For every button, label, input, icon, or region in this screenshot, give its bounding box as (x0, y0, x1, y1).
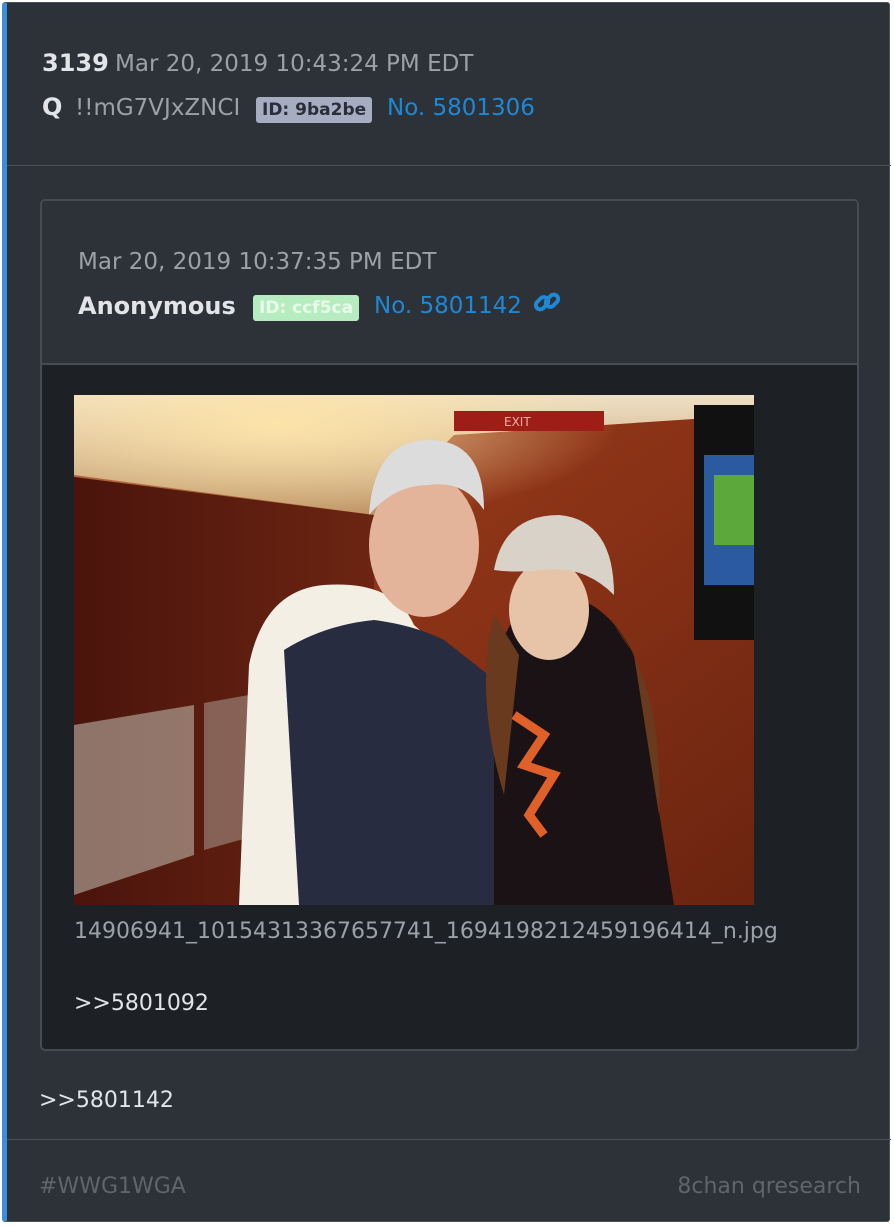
source-label: 8chan qresearch (677, 1174, 861, 1199)
photo-illustration: EXIT (74, 395, 754, 905)
quoted-post-header: Mar 20, 2019 10:37:35 PM EDT Anonymous I… (42, 201, 857, 365)
link-icon[interactable] (532, 287, 562, 317)
attached-image[interactable]: EXIT (74, 395, 754, 905)
quoted-post-author: Anonymous (78, 292, 236, 320)
quoted-reply-link[interactable]: >>5801092 (74, 991, 209, 1016)
quoted-post-id-badge: ID: ccf5ca (253, 295, 360, 321)
post-number-link[interactable]: No. 5801306 (387, 95, 535, 121)
quoted-post-number-link[interactable]: No. 5801142 (374, 293, 522, 319)
post-id-badge: ID: 9ba2be (256, 97, 373, 123)
svg-text:EXIT: EXIT (504, 415, 531, 429)
post-footer: #WWG1WGA 8chan qresearch (7, 1139, 891, 1222)
image-filename[interactable]: 14906941_10154313367657741_1694198212459… (74, 919, 778, 944)
q-post-card: 3139 Mar 20, 2019 10:43:24 PM EDT Q !!mG… (2, 2, 891, 1222)
quoted-post-date: Mar 20, 2019 10:37:35 PM EDT (78, 249, 437, 275)
post-tripcode: !!mG7VJxZNCI (75, 95, 241, 121)
reply-link[interactable]: >>5801142 (39, 1088, 174, 1113)
post-header: 3139 Mar 20, 2019 10:43:24 PM EDT Q !!mG… (7, 3, 891, 166)
post-date: Mar 20, 2019 10:43:24 PM EDT (115, 51, 474, 77)
hashtag: #WWG1WGA (39, 1174, 186, 1199)
post-author: Q (42, 93, 63, 121)
post-number: 3139 (42, 49, 109, 77)
quoted-post: Mar 20, 2019 10:37:35 PM EDT Anonymous I… (40, 199, 859, 1051)
